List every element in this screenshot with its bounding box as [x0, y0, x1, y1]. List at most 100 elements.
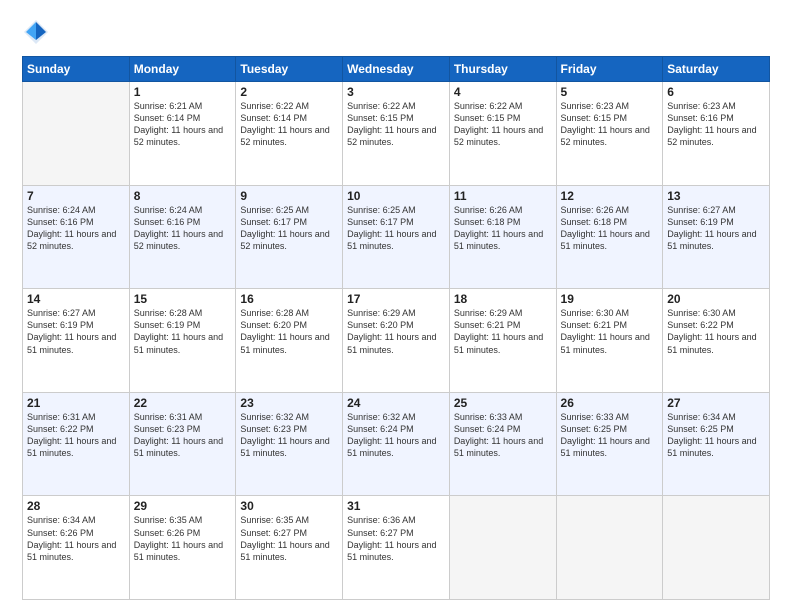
calendar-header-sunday: Sunday	[23, 57, 130, 82]
calendar-day-cell: 7Sunrise: 6:24 AMSunset: 6:16 PMDaylight…	[23, 185, 130, 289]
day-number: 18	[454, 292, 552, 306]
day-number: 25	[454, 396, 552, 410]
day-number: 9	[240, 189, 338, 203]
day-info: Sunrise: 6:22 AMSunset: 6:14 PMDaylight:…	[240, 100, 338, 149]
calendar-day-cell	[663, 496, 770, 600]
day-number: 3	[347, 85, 445, 99]
day-number: 12	[561, 189, 659, 203]
day-info: Sunrise: 6:34 AMSunset: 6:25 PMDaylight:…	[667, 411, 765, 460]
calendar-header-thursday: Thursday	[449, 57, 556, 82]
calendar-day-cell: 15Sunrise: 6:28 AMSunset: 6:19 PMDayligh…	[129, 289, 236, 393]
day-info: Sunrise: 6:31 AMSunset: 6:23 PMDaylight:…	[134, 411, 232, 460]
day-number: 7	[27, 189, 125, 203]
day-number: 19	[561, 292, 659, 306]
calendar-day-cell: 26Sunrise: 6:33 AMSunset: 6:25 PMDayligh…	[556, 392, 663, 496]
calendar-header-saturday: Saturday	[663, 57, 770, 82]
calendar-day-cell: 25Sunrise: 6:33 AMSunset: 6:24 PMDayligh…	[449, 392, 556, 496]
day-info: Sunrise: 6:31 AMSunset: 6:22 PMDaylight:…	[27, 411, 125, 460]
calendar-day-cell: 20Sunrise: 6:30 AMSunset: 6:22 PMDayligh…	[663, 289, 770, 393]
day-info: Sunrise: 6:25 AMSunset: 6:17 PMDaylight:…	[347, 204, 445, 253]
calendar-day-cell: 23Sunrise: 6:32 AMSunset: 6:23 PMDayligh…	[236, 392, 343, 496]
day-info: Sunrise: 6:27 AMSunset: 6:19 PMDaylight:…	[27, 307, 125, 356]
day-number: 13	[667, 189, 765, 203]
day-info: Sunrise: 6:30 AMSunset: 6:22 PMDaylight:…	[667, 307, 765, 356]
calendar-day-cell	[556, 496, 663, 600]
calendar-day-cell: 11Sunrise: 6:26 AMSunset: 6:18 PMDayligh…	[449, 185, 556, 289]
calendar-day-cell: 10Sunrise: 6:25 AMSunset: 6:17 PMDayligh…	[343, 185, 450, 289]
day-info: Sunrise: 6:34 AMSunset: 6:26 PMDaylight:…	[27, 514, 125, 563]
calendar-day-cell: 22Sunrise: 6:31 AMSunset: 6:23 PMDayligh…	[129, 392, 236, 496]
day-number: 17	[347, 292, 445, 306]
calendar-day-cell	[23, 82, 130, 186]
calendar-day-cell: 19Sunrise: 6:30 AMSunset: 6:21 PMDayligh…	[556, 289, 663, 393]
day-number: 4	[454, 85, 552, 99]
calendar-header-monday: Monday	[129, 57, 236, 82]
calendar-day-cell: 9Sunrise: 6:25 AMSunset: 6:17 PMDaylight…	[236, 185, 343, 289]
day-number: 30	[240, 499, 338, 513]
day-info: Sunrise: 6:32 AMSunset: 6:24 PMDaylight:…	[347, 411, 445, 460]
day-number: 24	[347, 396, 445, 410]
calendar-day-cell: 6Sunrise: 6:23 AMSunset: 6:16 PMDaylight…	[663, 82, 770, 186]
day-info: Sunrise: 6:36 AMSunset: 6:27 PMDaylight:…	[347, 514, 445, 563]
day-number: 14	[27, 292, 125, 306]
calendar-day-cell: 24Sunrise: 6:32 AMSunset: 6:24 PMDayligh…	[343, 392, 450, 496]
day-info: Sunrise: 6:26 AMSunset: 6:18 PMDaylight:…	[454, 204, 552, 253]
day-info: Sunrise: 6:35 AMSunset: 6:27 PMDaylight:…	[240, 514, 338, 563]
calendar-day-cell: 18Sunrise: 6:29 AMSunset: 6:21 PMDayligh…	[449, 289, 556, 393]
day-info: Sunrise: 6:23 AMSunset: 6:16 PMDaylight:…	[667, 100, 765, 149]
calendar-day-cell: 31Sunrise: 6:36 AMSunset: 6:27 PMDayligh…	[343, 496, 450, 600]
day-number: 20	[667, 292, 765, 306]
calendar-day-cell: 8Sunrise: 6:24 AMSunset: 6:16 PMDaylight…	[129, 185, 236, 289]
calendar-day-cell: 29Sunrise: 6:35 AMSunset: 6:26 PMDayligh…	[129, 496, 236, 600]
day-number: 6	[667, 85, 765, 99]
day-info: Sunrise: 6:29 AMSunset: 6:21 PMDaylight:…	[454, 307, 552, 356]
calendar-week-row: 14Sunrise: 6:27 AMSunset: 6:19 PMDayligh…	[23, 289, 770, 393]
page: SundayMondayTuesdayWednesdayThursdayFrid…	[0, 0, 792, 612]
calendar-day-cell: 12Sunrise: 6:26 AMSunset: 6:18 PMDayligh…	[556, 185, 663, 289]
day-info: Sunrise: 6:33 AMSunset: 6:24 PMDaylight:…	[454, 411, 552, 460]
calendar-day-cell: 17Sunrise: 6:29 AMSunset: 6:20 PMDayligh…	[343, 289, 450, 393]
day-number: 21	[27, 396, 125, 410]
day-number: 31	[347, 499, 445, 513]
calendar-day-cell: 28Sunrise: 6:34 AMSunset: 6:26 PMDayligh…	[23, 496, 130, 600]
day-info: Sunrise: 6:32 AMSunset: 6:23 PMDaylight:…	[240, 411, 338, 460]
calendar-day-cell: 1Sunrise: 6:21 AMSunset: 6:14 PMDaylight…	[129, 82, 236, 186]
day-number: 5	[561, 85, 659, 99]
calendar-table: SundayMondayTuesdayWednesdayThursdayFrid…	[22, 56, 770, 600]
calendar-week-row: 21Sunrise: 6:31 AMSunset: 6:22 PMDayligh…	[23, 392, 770, 496]
day-info: Sunrise: 6:28 AMSunset: 6:20 PMDaylight:…	[240, 307, 338, 356]
calendar-day-cell: 13Sunrise: 6:27 AMSunset: 6:19 PMDayligh…	[663, 185, 770, 289]
day-info: Sunrise: 6:33 AMSunset: 6:25 PMDaylight:…	[561, 411, 659, 460]
calendar-week-row: 7Sunrise: 6:24 AMSunset: 6:16 PMDaylight…	[23, 185, 770, 289]
day-info: Sunrise: 6:21 AMSunset: 6:14 PMDaylight:…	[134, 100, 232, 149]
day-info: Sunrise: 6:28 AMSunset: 6:19 PMDaylight:…	[134, 307, 232, 356]
calendar-day-cell: 2Sunrise: 6:22 AMSunset: 6:14 PMDaylight…	[236, 82, 343, 186]
day-info: Sunrise: 6:24 AMSunset: 6:16 PMDaylight:…	[27, 204, 125, 253]
calendar-day-cell: 16Sunrise: 6:28 AMSunset: 6:20 PMDayligh…	[236, 289, 343, 393]
day-info: Sunrise: 6:35 AMSunset: 6:26 PMDaylight:…	[134, 514, 232, 563]
day-number: 22	[134, 396, 232, 410]
calendar-day-cell: 27Sunrise: 6:34 AMSunset: 6:25 PMDayligh…	[663, 392, 770, 496]
day-number: 29	[134, 499, 232, 513]
day-number: 15	[134, 292, 232, 306]
day-info: Sunrise: 6:22 AMSunset: 6:15 PMDaylight:…	[347, 100, 445, 149]
calendar-day-cell: 30Sunrise: 6:35 AMSunset: 6:27 PMDayligh…	[236, 496, 343, 600]
day-info: Sunrise: 6:29 AMSunset: 6:20 PMDaylight:…	[347, 307, 445, 356]
calendar-header-friday: Friday	[556, 57, 663, 82]
day-info: Sunrise: 6:22 AMSunset: 6:15 PMDaylight:…	[454, 100, 552, 149]
day-info: Sunrise: 6:23 AMSunset: 6:15 PMDaylight:…	[561, 100, 659, 149]
day-info: Sunrise: 6:24 AMSunset: 6:16 PMDaylight:…	[134, 204, 232, 253]
calendar-day-cell: 5Sunrise: 6:23 AMSunset: 6:15 PMDaylight…	[556, 82, 663, 186]
day-number: 1	[134, 85, 232, 99]
calendar-day-cell: 4Sunrise: 6:22 AMSunset: 6:15 PMDaylight…	[449, 82, 556, 186]
day-number: 10	[347, 189, 445, 203]
day-number: 27	[667, 396, 765, 410]
logo-icon	[22, 18, 50, 46]
calendar-week-row: 28Sunrise: 6:34 AMSunset: 6:26 PMDayligh…	[23, 496, 770, 600]
logo	[22, 22, 54, 46]
day-number: 28	[27, 499, 125, 513]
day-info: Sunrise: 6:26 AMSunset: 6:18 PMDaylight:…	[561, 204, 659, 253]
day-number: 2	[240, 85, 338, 99]
calendar-day-cell: 21Sunrise: 6:31 AMSunset: 6:22 PMDayligh…	[23, 392, 130, 496]
day-number: 23	[240, 396, 338, 410]
